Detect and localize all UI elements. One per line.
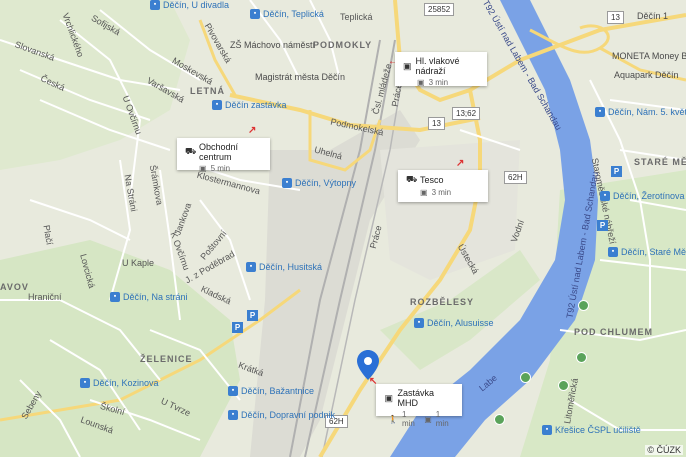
road-shield: 25852: [424, 3, 455, 16]
bus-stop[interactable]: ▪ Křešice ČSPL učiliště: [542, 425, 641, 435]
route-card-mall[interactable]: ⛟ Obchodní centrum ▣ 5 min: [177, 138, 270, 173]
bus-icon: ▪: [150, 0, 160, 10]
tree-icon: [578, 300, 589, 311]
tree-icon: [576, 352, 587, 363]
parking-icon: P: [611, 166, 622, 177]
bus-icon: ▣: [199, 164, 207, 173]
place-label: ZŠ Máchovo náměstí: [230, 40, 316, 50]
tree-icon: [558, 380, 569, 391]
bus-icon: ▪: [600, 191, 610, 201]
bus-icon: ▪: [246, 262, 256, 272]
map-copyright: © ČÚZK: [645, 445, 683, 455]
place-label: MONETA Money Bank: [612, 51, 686, 61]
bus-stop[interactable]: ▪ Děčín, Výtopny: [282, 178, 356, 188]
tree-icon: [520, 372, 531, 383]
cart-icon: ⛟: [406, 174, 418, 184]
bus-stop[interactable]: ▪ Děčín, U divadla: [150, 0, 229, 10]
bus-stop[interactable]: ▪ Děčín, Bažantnice: [228, 386, 314, 396]
bus-icon: ▪: [212, 100, 222, 110]
bus-icon: ▪: [250, 9, 260, 19]
bus-icon: ▣: [424, 414, 432, 424]
road-shield: 13: [428, 117, 445, 130]
bus-stop[interactable]: ▪Děčín, Staré Město: [608, 247, 686, 257]
road-shield: 62H: [504, 171, 527, 184]
bus-icon: ▪: [228, 410, 238, 420]
parking-icon: P: [232, 322, 243, 333]
bus-icon: ▪: [228, 386, 238, 396]
bus-icon: ▪: [595, 107, 605, 117]
direction-arrow-icon: ↗: [248, 125, 257, 136]
bus-icon: ▣: [420, 188, 428, 197]
walk-icon: 🚶: [388, 414, 398, 424]
bus-icon: ▪: [542, 425, 552, 435]
bus-icon: ▣: [384, 392, 393, 403]
bus-icon: ▪: [80, 378, 90, 388]
bus-stop[interactable]: ▪ Děčín, Husitská: [246, 262, 322, 272]
district-label: AVOV: [0, 282, 29, 292]
street-label: Teplická: [340, 12, 373, 22]
bus-icon: ▪: [608, 247, 618, 257]
bus-icon: ▣: [403, 60, 412, 71]
street-label: U Kaple: [122, 258, 155, 268]
bus-icon: ▪: [414, 318, 424, 328]
bus-icon: ▪: [282, 178, 292, 188]
district-label: POD CHLUMEM: [574, 327, 653, 337]
location-pin-icon[interactable]: [357, 350, 379, 380]
cart-icon: ⛟: [185, 146, 197, 156]
district-label: PODMOKLY: [313, 40, 373, 50]
parking-icon: P: [247, 310, 258, 321]
parking-icon: P: [597, 220, 608, 231]
direction-arrow-icon: ↗: [456, 158, 465, 169]
bus-icon: ▪: [110, 292, 120, 302]
district-label: LETNÁ: [190, 86, 225, 96]
bus-icon: ▣: [417, 78, 425, 87]
tree-icon: [494, 414, 505, 425]
bus-stop[interactable]: ▪ Děčín, Kozinova: [80, 378, 159, 388]
road-shield: 13: [607, 11, 624, 24]
place-label: Magistrát města Děčín: [255, 72, 346, 82]
district-label: STARÉ MĚSTO: [634, 157, 686, 167]
bus-stop[interactable]: ▪Děčín, Nám. 5. května: [595, 107, 686, 117]
bus-stop[interactable]: ▪ Děčín zastávka: [212, 100, 287, 110]
bus-stop[interactable]: ▪ Děčín, Žerotínova: [600, 191, 685, 201]
route-card-station[interactable]: ▣ Hl. vlakové nádraží ▣ 3 min: [395, 52, 487, 87]
map-canvas[interactable]: PODMOKLY LETNÁ ROZBĚLESY ŽELENICE STARÉ …: [0, 0, 686, 457]
district-label: ROZBĚLESY: [410, 297, 475, 307]
place-label: Děčín 1: [637, 11, 669, 21]
district-label: ŽELENICE: [140, 354, 193, 364]
bus-stop[interactable]: ▪ Děčín, Na stráni: [110, 292, 188, 302]
bus-stop[interactable]: ▪ Děčín, Alusuisse: [414, 318, 494, 328]
route-card-tesco[interactable]: ⛟ Tesco ▣ 3 min: [398, 170, 488, 202]
street-label: Hraniční: [28, 292, 62, 302]
route-card-mhd-stop[interactable]: ▣ Zastávka MHD 🚶 1 min ▣ 1 min: [376, 384, 462, 428]
road-shield: 13;62: [452, 107, 481, 120]
bus-stop[interactable]: ▪ Děčín, Dopravní podnik: [228, 410, 335, 420]
bus-stop[interactable]: ▪ Děčín, Teplická: [250, 9, 324, 19]
place-label: Aquapark Děčín: [614, 70, 679, 80]
